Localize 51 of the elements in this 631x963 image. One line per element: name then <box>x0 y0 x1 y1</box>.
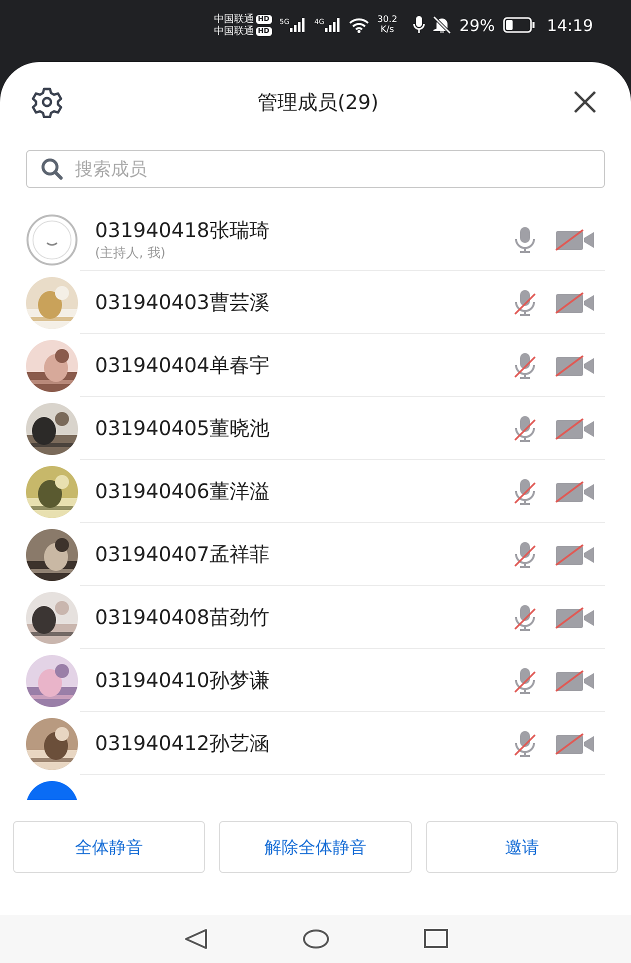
member-name: 031940418张瑞琦 <box>95 217 271 244</box>
microphone-icon[interactable] <box>513 226 537 254</box>
recents-icon[interactable] <box>424 929 448 949</box>
close-icon[interactable] <box>573 90 597 114</box>
clock: 14:19 <box>546 16 593 34</box>
camera-off-icon[interactable] <box>555 228 595 252</box>
action-button[interactable]: 解除全体静音 <box>219 821 412 873</box>
muted-microphone-icon[interactable] <box>513 352 537 380</box>
member-name: 031940412孙艺涵 <box>95 730 271 757</box>
action-button[interactable]: 全体静音 <box>13 821 206 873</box>
default-avatar-icon <box>26 214 78 266</box>
muted-microphone-icon[interactable] <box>513 666 537 694</box>
member-name: 031940408苗劲竹 <box>95 604 271 631</box>
carrier-name: 中国联通 <box>214 26 254 36</box>
network-speed: 30.2 <box>377 15 398 25</box>
wifi-icon <box>349 18 370 32</box>
camera-off-icon[interactable] <box>555 606 595 630</box>
muted-bell-icon <box>433 16 452 34</box>
muted-microphone-icon[interactable] <box>513 288 537 316</box>
signal-icon <box>290 18 306 32</box>
camera-off-icon[interactable] <box>555 480 595 504</box>
member-name: 031940404单春宇 <box>95 352 271 379</box>
search-field[interactable]: 搜索成员 <box>26 150 605 188</box>
muted-microphone-icon[interactable] <box>513 730 537 758</box>
member-name: 031940405董晓池 <box>95 415 271 442</box>
camera-off-icon[interactable] <box>555 290 595 314</box>
action-button[interactable]: 邀请 <box>426 821 618 873</box>
member-role: (主持人, 我) <box>95 245 166 262</box>
signal-icon <box>325 18 342 32</box>
member-name: 031940407孟祥菲 <box>95 541 271 568</box>
camera-off-icon[interactable] <box>555 354 595 378</box>
member-name: 031940406董洋溢 <box>95 478 271 505</box>
muted-microphone-icon[interactable] <box>513 540 537 568</box>
sheet-title: 管理成员(29) <box>257 88 379 116</box>
camera-off-icon[interactable] <box>555 416 595 440</box>
battery-icon <box>502 17 535 33</box>
back-icon[interactable] <box>184 928 208 950</box>
speed-unit: K/s <box>380 25 394 35</box>
camera-off-icon[interactable] <box>555 542 595 566</box>
muted-microphone-icon[interactable] <box>513 478 537 506</box>
battery-percent: 29% <box>459 16 495 34</box>
camera-off-icon[interactable] <box>555 668 595 692</box>
microphone-icon <box>413 16 426 34</box>
home-icon[interactable] <box>302 929 328 949</box>
member-name: 031940403曹芸溪 <box>95 289 271 316</box>
settings-icon[interactable] <box>31 86 63 118</box>
camera-off-icon[interactable] <box>555 732 595 756</box>
member-name: 031940410孙梦谦 <box>95 667 271 694</box>
muted-microphone-icon[interactable] <box>513 604 537 632</box>
carrier-name: 中国联通 <box>214 14 254 24</box>
muted-microphone-icon[interactable] <box>513 414 537 442</box>
